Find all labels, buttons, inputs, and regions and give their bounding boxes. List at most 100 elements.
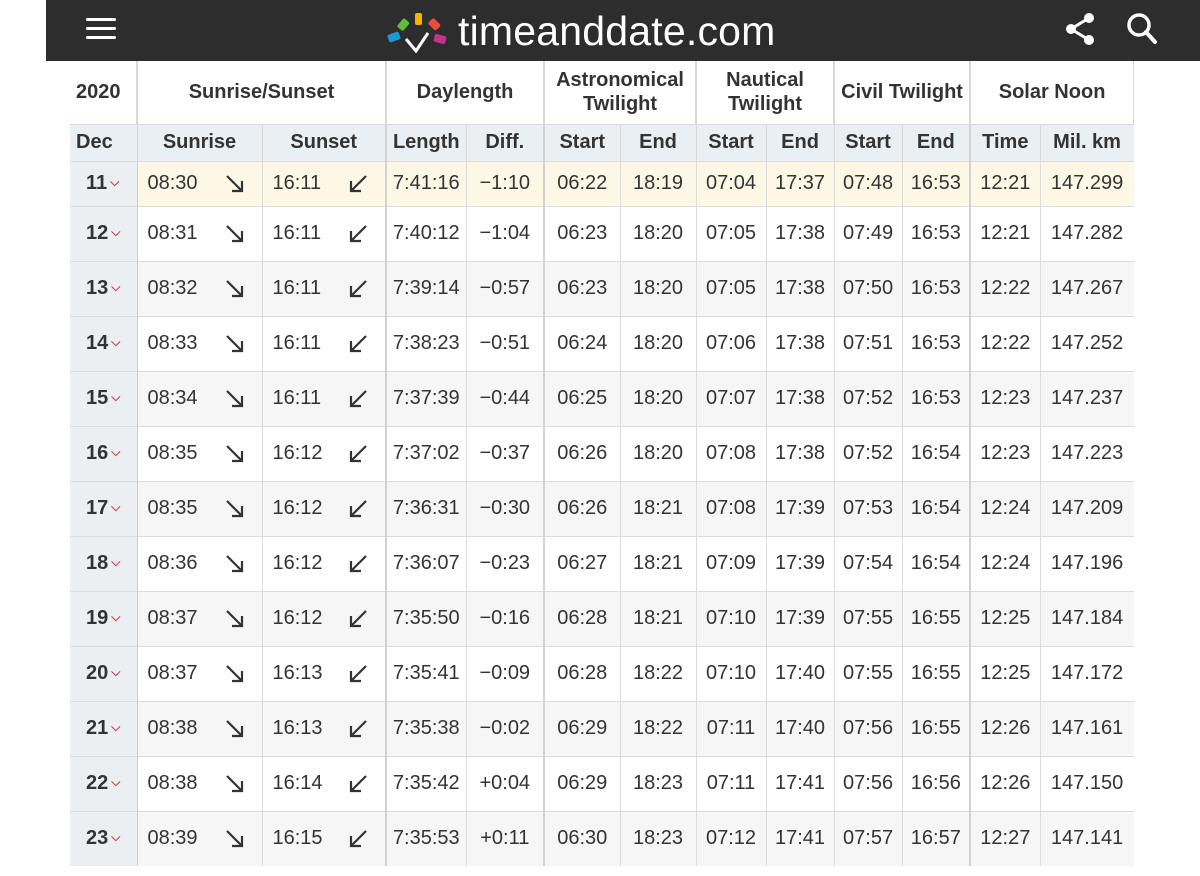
arrow-down-left-icon[interactable]	[347, 828, 369, 850]
chevron-down-icon[interactable]: ⌵	[111, 335, 120, 349]
arrow-down-right-icon[interactable]	[224, 223, 246, 245]
chevron-down-icon[interactable]: ⌵	[111, 555, 120, 569]
astronomical-start-cell: 06:28	[543, 590, 621, 646]
chevron-down-icon[interactable]: ⌵	[110, 175, 119, 189]
arrow-down-right-icon[interactable]	[224, 333, 246, 355]
day-number: 16	[86, 442, 109, 464]
table-row: 14 ⌵ 08:33 16:11 7:38:23 −0:51 06:24 18:2…	[70, 315, 1134, 371]
arrow-down-left-icon[interactable]	[347, 773, 369, 795]
arrow-down-right-icon[interactable]	[224, 388, 246, 410]
chevron-down-icon[interactable]: ⌵	[111, 445, 120, 459]
chevron-down-icon[interactable]: ⌵	[111, 225, 120, 239]
arrow-down-left-icon[interactable]	[347, 173, 369, 195]
distance-cell: 147.237	[1040, 370, 1134, 426]
arrow-down-left-icon[interactable]	[347, 553, 369, 575]
distance-cell: 147.267	[1040, 260, 1134, 316]
site-logo[interactable]: timeanddate.com	[386, 6, 776, 56]
day-cell[interactable]: 12 ⌵	[70, 205, 138, 261]
civil-start-cell: 07:53	[834, 480, 903, 536]
sunrise-time: 08:35	[147, 497, 198, 519]
civil-end-cell: 16:55	[902, 645, 971, 701]
sunrise-time: 08:38	[147, 717, 198, 739]
day-cell[interactable]: 15 ⌵	[70, 370, 138, 426]
day-cell[interactable]: 11 ⌵	[70, 160, 138, 206]
solar-noon-time-cell: 12:22	[969, 260, 1041, 316]
astronomical-end-cell: 18:22	[620, 645, 697, 701]
sunrise-cell: 08:38	[137, 700, 263, 756]
arrow-down-right-icon[interactable]	[224, 443, 246, 465]
arrow-down-right-icon[interactable]	[224, 663, 246, 685]
day-length-cell: 7:35:41	[385, 645, 467, 701]
length-column-header: Length	[385, 123, 467, 161]
arrow-down-right-icon[interactable]	[224, 173, 246, 195]
distance-cell: 147.161	[1040, 700, 1134, 756]
chevron-down-icon[interactable]: ⌵	[111, 830, 120, 844]
diff-column-header: Diff.	[466, 123, 545, 161]
nautical-end-cell: 17:37	[766, 160, 835, 206]
arrow-down-right-icon[interactable]	[224, 278, 246, 300]
day-cell[interactable]: 13 ⌵	[70, 260, 138, 316]
hamburger-menu-icon[interactable]	[86, 18, 116, 40]
share-icon[interactable]	[1064, 12, 1096, 46]
arrow-down-left-icon[interactable]	[347, 223, 369, 245]
day-cell[interactable]: 14 ⌵	[70, 315, 138, 371]
day-cell[interactable]: 17 ⌵	[70, 480, 138, 536]
arrow-down-right-icon[interactable]	[224, 553, 246, 575]
chevron-down-icon[interactable]: ⌵	[111, 280, 120, 294]
arrow-down-right-icon[interactable]	[224, 498, 246, 520]
nautical-start-cell: 07:04	[696, 160, 767, 206]
day-number: 22	[86, 772, 109, 794]
nautical-end-cell: 17:41	[766, 810, 835, 866]
chevron-down-icon[interactable]: ⌵	[111, 500, 120, 514]
arrow-down-left-icon[interactable]	[347, 443, 369, 465]
chevron-down-icon[interactable]: ⌵	[111, 775, 120, 789]
chevron-down-icon[interactable]: ⌵	[111, 720, 120, 734]
day-cell[interactable]: 18 ⌵	[70, 535, 138, 591]
arrow-down-left-icon[interactable]	[347, 278, 369, 300]
arrow-down-right-icon[interactable]	[224, 828, 246, 850]
chevron-down-icon[interactable]: ⌵	[111, 390, 120, 404]
sunset-time: 16:11	[272, 172, 322, 194]
arrow-down-right-icon[interactable]	[224, 718, 246, 740]
day-cell[interactable]: 19 ⌵	[70, 590, 138, 646]
arrow-down-left-icon[interactable]	[347, 608, 369, 630]
search-icon[interactable]	[1126, 12, 1158, 46]
day-cell[interactable]: 21 ⌵	[70, 700, 138, 756]
arrow-down-left-icon[interactable]	[347, 718, 369, 740]
day-cell[interactable]: 22 ⌵	[70, 755, 138, 811]
month-column-header: Dec	[70, 123, 138, 161]
sunrise-cell: 08:34	[137, 370, 263, 426]
day-number: 15	[86, 387, 109, 409]
sunrise-cell: 08:39	[137, 810, 263, 866]
arrow-down-left-icon[interactable]	[347, 663, 369, 685]
civil-end-cell: 16:53	[902, 205, 971, 261]
day-length-cell: 7:40:12	[385, 205, 467, 261]
day-cell[interactable]: 20 ⌵	[70, 645, 138, 701]
solar-noon-time-cell: 12:21	[969, 160, 1041, 206]
sunrise-cell: 08:37	[137, 645, 263, 701]
astronomical-end-cell: 18:20	[620, 425, 697, 481]
day-length-diff-cell: +0:11	[466, 810, 545, 866]
day-cell[interactable]: 16 ⌵	[70, 425, 138, 481]
arrow-down-left-icon[interactable]	[347, 498, 369, 520]
sunrise-cell: 08:32	[137, 260, 263, 316]
solar-noon-time-cell: 12:22	[969, 315, 1041, 371]
table-row: 20 ⌵ 08:37 16:13 7:35:41 −0:09 06:28 18:2…	[70, 645, 1134, 701]
arrow-down-left-icon[interactable]	[347, 333, 369, 355]
sunset-cell: 16:12	[262, 535, 387, 591]
nautical-end-cell: 17:38	[766, 425, 835, 481]
arrow-down-right-icon[interactable]	[224, 608, 246, 630]
chevron-down-icon[interactable]: ⌵	[111, 665, 120, 679]
chevron-down-icon[interactable]: ⌵	[111, 610, 120, 624]
arrow-down-left-icon[interactable]	[347, 388, 369, 410]
sunset-time: 16:11	[272, 277, 322, 299]
sunrise-column-header: Sunrise	[137, 123, 263, 161]
solar-noon-time-cell: 12:24	[969, 535, 1041, 591]
arrow-down-right-icon[interactable]	[224, 773, 246, 795]
nautical-twilight-group-header: Nautical Twilight	[696, 61, 836, 124]
civil-end-cell: 16:54	[902, 425, 971, 481]
top-navigation-bar: timeanddate.com	[46, 0, 1200, 61]
nautical-start-cell: 07:11	[696, 755, 767, 811]
day-cell[interactable]: 23 ⌵	[70, 810, 138, 866]
sunrise-time: 08:39	[147, 827, 198, 850]
